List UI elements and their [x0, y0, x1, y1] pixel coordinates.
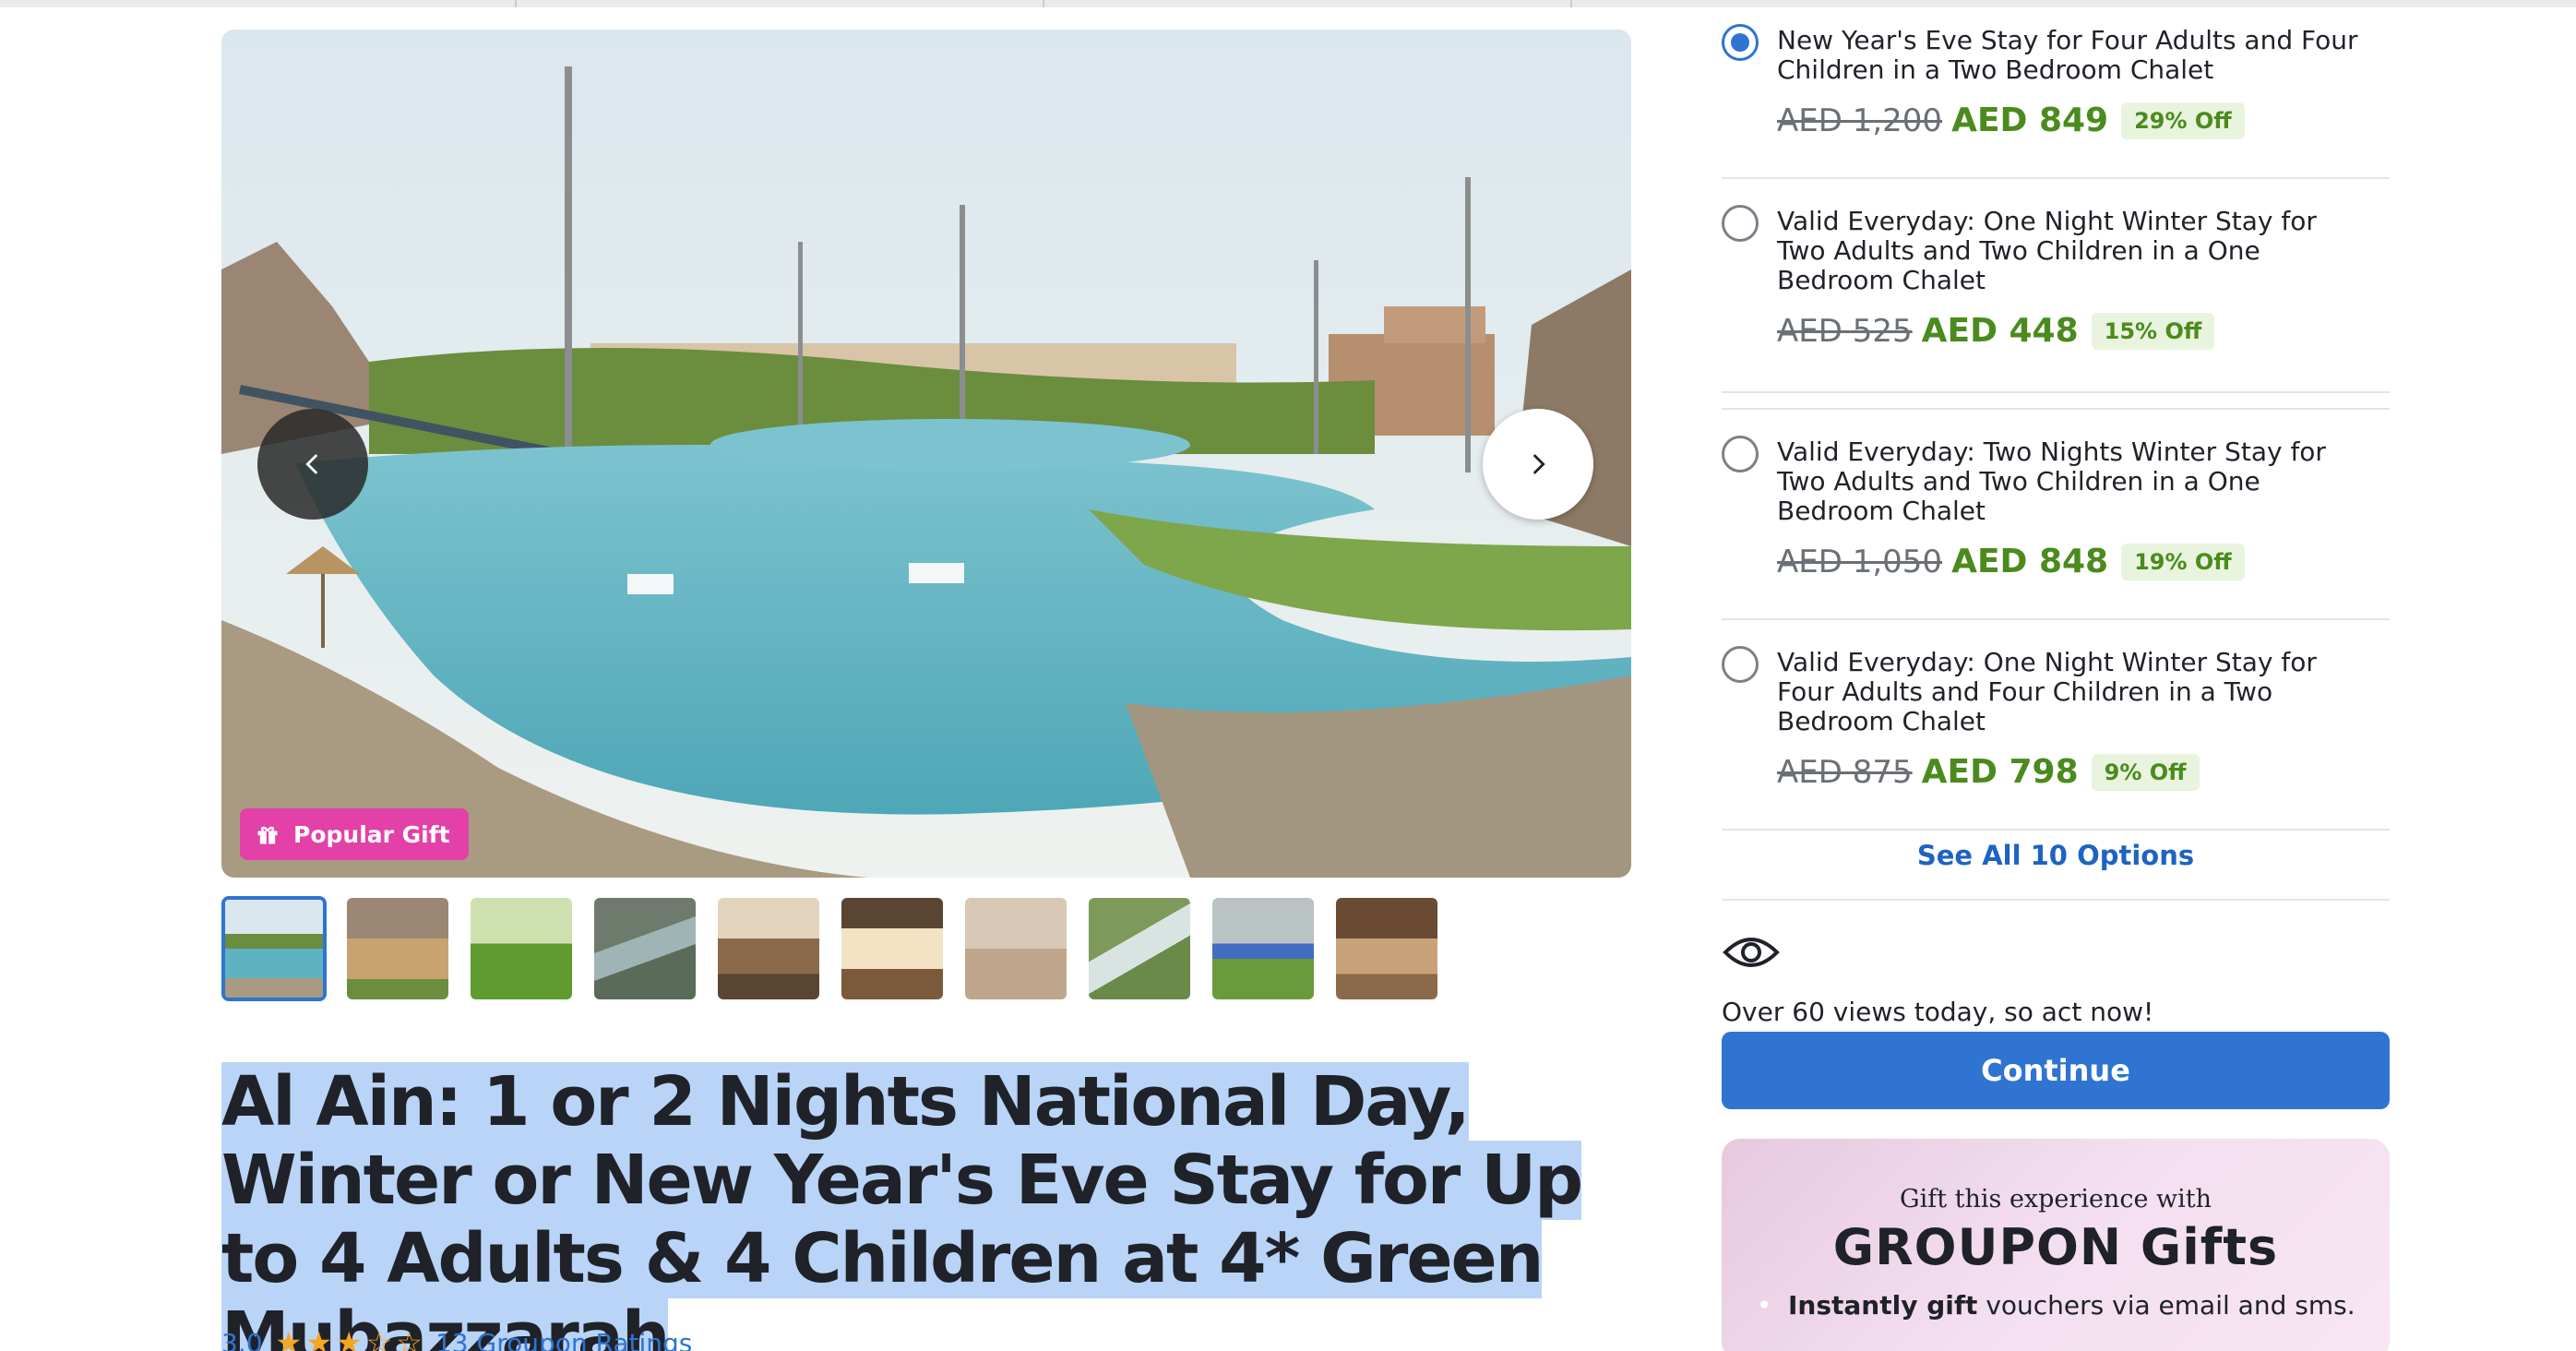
deal-price: AED 798: [1921, 753, 2079, 791]
tab-divider: [1043, 0, 1044, 7]
thumbnail-lounge[interactable]: [1334, 896, 1439, 1001]
thumbnail-waterfall[interactable]: [1087, 896, 1192, 1001]
gifts-brand: GROUPON Gifts: [1832, 1218, 2279, 1276]
option-title: New Year's Eve Stay for Four Adults and …: [1777, 25, 2358, 85]
deal-rating: 3.0 ★ ★ ★ ☆ ☆ 13 Groupon Ratings: [221, 1325, 692, 1351]
thumbnail-lake[interactable]: [221, 896, 327, 1001]
thumbnail-bathroom[interactable]: [963, 896, 1068, 1001]
discount-badge: 19% Off: [2121, 543, 2245, 580]
option-title: Valid Everyday: One Night Winter Stay fo…: [1777, 647, 2317, 736]
gift-bullet-bold: Instantly gift: [1788, 1290, 1978, 1321]
thumbnail-bedroom[interactable]: [840, 896, 945, 1001]
thumbnail-gate[interactable]: [345, 896, 450, 1001]
lake-resort-photo: [221, 30, 1631, 878]
deal-price: AED 848: [1951, 543, 2109, 580]
deal-title: Al Ain: 1 or 2 Nights National Day, Wint…: [221, 1062, 1633, 1351]
next-photo-button[interactable]: [1483, 409, 1593, 520]
option-title: Valid Everyday: One Night Winter Stay fo…: [1777, 206, 2317, 295]
option-prices: AED 525 AED 448 15% Off: [1777, 312, 2390, 350]
tab-divider: [515, 0, 517, 7]
deal-price: AED 448: [1921, 312, 2079, 350]
deal-price: AED 849: [1951, 102, 2109, 139]
top-tab-strip: [0, 0, 2576, 7]
gift-bullet: Instantly gift vouchers via email and sm…: [1757, 1290, 2355, 1321]
thumbnail-playground[interactable]: [1210, 896, 1316, 1001]
discount-badge: 29% Off: [2121, 102, 2245, 139]
option-radio[interactable]: [1722, 24, 1759, 61]
option-prices: AED 1,050 AED 848 19% Off: [1777, 543, 2390, 580]
gift-bullet-rest: vouchers via email and sms.: [1977, 1290, 2355, 1321]
option-item[interactable]: Valid Everyday: Two Nights Winter Stay f…: [1722, 410, 2390, 620]
option-prices: AED 1,200 AED 849 29% Off: [1777, 102, 2390, 139]
original-price: AED 525: [1777, 312, 1913, 350]
thumbnail-living-room[interactable]: [716, 896, 821, 1001]
star-filled-icon: ★: [335, 1325, 363, 1351]
previous-photo-button[interactable]: [257, 409, 368, 520]
ratings-link[interactable]: 13 Groupon Ratings: [435, 1328, 692, 1351]
option-radio[interactable]: [1722, 436, 1759, 472]
thumbnail-stream[interactable]: [592, 896, 698, 1001]
discount-badge: 15% Off: [2091, 312, 2215, 350]
option-item[interactable]: New Year's Eve Stay for Four Adults and …: [1722, 18, 2390, 179]
chevron-left-icon: [305, 454, 318, 474]
option-prices: AED 875 AED 798 9% Off: [1777, 753, 2390, 791]
original-price: AED 875: [1777, 753, 1913, 791]
chevron-right-icon: [1532, 454, 1545, 474]
gift-icon: [257, 826, 278, 844]
main-photo[interactable]: [221, 30, 1631, 878]
star-empty-icon: ☆: [396, 1325, 423, 1351]
thumbnail-lawn[interactable]: [469, 896, 574, 1001]
option-item[interactable]: Valid Everyday: One Night Winter Stay fo…: [1722, 199, 2390, 410]
gift-with-text: Gift this experience with: [1900, 1185, 2212, 1214]
option-item[interactable]: Valid Everyday: One Night Winter Stay fo…: [1722, 620, 2390, 831]
popular-gift-badge: Popular Gift: [240, 808, 469, 860]
tab-divider: [1570, 0, 1572, 7]
see-all-options-link[interactable]: See All 10 Options: [1722, 812, 2390, 901]
discount-badge: 9% Off: [2091, 753, 2200, 791]
original-price: AED 1,200: [1777, 102, 1943, 139]
star-empty-icon: ☆: [365, 1325, 393, 1351]
deal-options-list-continued: Valid Everyday: One Night Winter Stay fo…: [1722, 199, 2390, 831]
popular-gift-label: Popular Gift: [293, 820, 450, 848]
eye-icon: [1723, 938, 1780, 967]
star-filled-icon: ★: [275, 1325, 303, 1351]
views-urgency-text: Over 60 views today, so act now!: [1722, 997, 2154, 1027]
rating-stars: ★ ★ ★ ☆ ☆: [276, 1325, 423, 1351]
rating-value: 3.0: [221, 1327, 263, 1351]
option-radio[interactable]: [1722, 205, 1759, 242]
star-filled-icon: ★: [305, 1325, 332, 1351]
thumbnail-strip: [221, 896, 1439, 1001]
option-title: Valid Everyday: Two Nights Winter Stay f…: [1777, 436, 2326, 526]
continue-button[interactable]: Continue: [1722, 1032, 2390, 1109]
original-price: AED 1,050: [1777, 543, 1943, 580]
groupon-gifts-promo[interactable]: Gift this experience with GROUPON Gifts …: [1722, 1139, 2390, 1351]
option-radio[interactable]: [1722, 646, 1759, 683]
